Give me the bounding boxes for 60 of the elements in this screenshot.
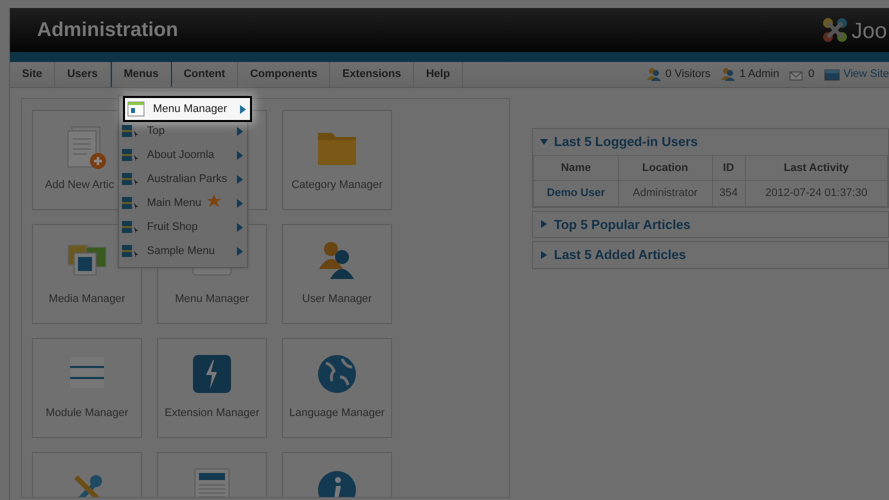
table-cell: 354	[712, 180, 746, 206]
quick-icon-tile[interactable]: Language Manager	[282, 338, 392, 438]
menu-icon	[121, 219, 139, 235]
caret-down-icon	[540, 138, 548, 146]
module-header[interactable]: Last 5 Added Articles	[533, 242, 888, 268]
tile-label: Extension Manager	[164, 406, 260, 421]
caret-right-icon	[237, 222, 243, 232]
menu-tab[interactable]: Components	[238, 62, 330, 87]
tile-label: User Manager	[302, 292, 372, 307]
status-count: 0 Visitors	[665, 67, 710, 82]
quick-icon-tile[interactable]: Module Manager	[32, 338, 142, 438]
users-icon	[720, 67, 736, 82]
view-site-link[interactable]: View Site	[843, 66, 889, 83]
caret-right-icon	[237, 174, 243, 184]
caret-right-icon	[540, 220, 548, 228]
tile-label: Language Manager	[289, 406, 385, 421]
tile-label: Category Manager	[291, 178, 383, 193]
status-count: 1 Admin	[739, 67, 780, 82]
menu-tab[interactable]: Extensions	[330, 62, 414, 87]
menu-icon	[121, 195, 139, 211]
table-cell: Administrator	[618, 180, 712, 206]
tile-label: Media Manager	[48, 292, 126, 307]
column-header: Name	[534, 155, 618, 180]
menu-tab[interactable]: Menus	[110, 62, 172, 87]
tile-label: Menu Manager	[175, 292, 249, 307]
menu-icon	[121, 123, 139, 139]
table-cell: 2012-07-24 01:37:30	[745, 180, 888, 206]
menu-item[interactable]: Menu Manager	[125, 98, 250, 120]
page-title: Administration	[37, 18, 178, 43]
status-count: 0	[808, 67, 814, 82]
menu-tab[interactable]: Users	[55, 62, 111, 87]
column-header: Last Activity	[745, 155, 888, 180]
module-header[interactable]: Top 5 Popular Articles	[533, 212, 888, 237]
column-header: ID	[712, 155, 746, 180]
tile-label: Add New Artic	[45, 178, 114, 193]
quick-icon-tile[interactable]: User Manager	[282, 224, 392, 324]
menu-tab[interactable]: Help	[414, 62, 463, 87]
logo-text: Joo	[852, 16, 887, 44]
column-header: Location	[618, 155, 712, 180]
user-link[interactable]: Demo User	[534, 180, 618, 206]
module-header[interactable]: Last 5 Logged-in Users	[533, 129, 888, 154]
menu-icon	[121, 243, 139, 259]
caret-right-icon	[237, 150, 243, 160]
caret-right-icon	[240, 104, 246, 114]
caret-right-icon	[237, 246, 243, 256]
quick-icon-tile[interactable]: Media Manager	[32, 224, 142, 324]
window-icon	[824, 67, 840, 82]
menu-icon	[127, 101, 145, 117]
menu-icon	[121, 171, 139, 187]
quick-icon-tile[interactable]: Category Manager	[282, 110, 392, 210]
star-icon	[207, 194, 222, 208]
menu-tab[interactable]: Site	[10, 62, 56, 87]
menu-tab[interactable]: Content	[172, 62, 238, 87]
tile-label: Module Manager	[46, 406, 128, 421]
caret-right-icon	[540, 250, 548, 259]
quick-icon-tile[interactable]: Extension Manager	[157, 338, 267, 438]
menu-icon	[121, 147, 139, 163]
caret-right-icon	[237, 198, 243, 208]
users-icon	[646, 67, 662, 82]
caret-right-icon	[237, 126, 243, 136]
